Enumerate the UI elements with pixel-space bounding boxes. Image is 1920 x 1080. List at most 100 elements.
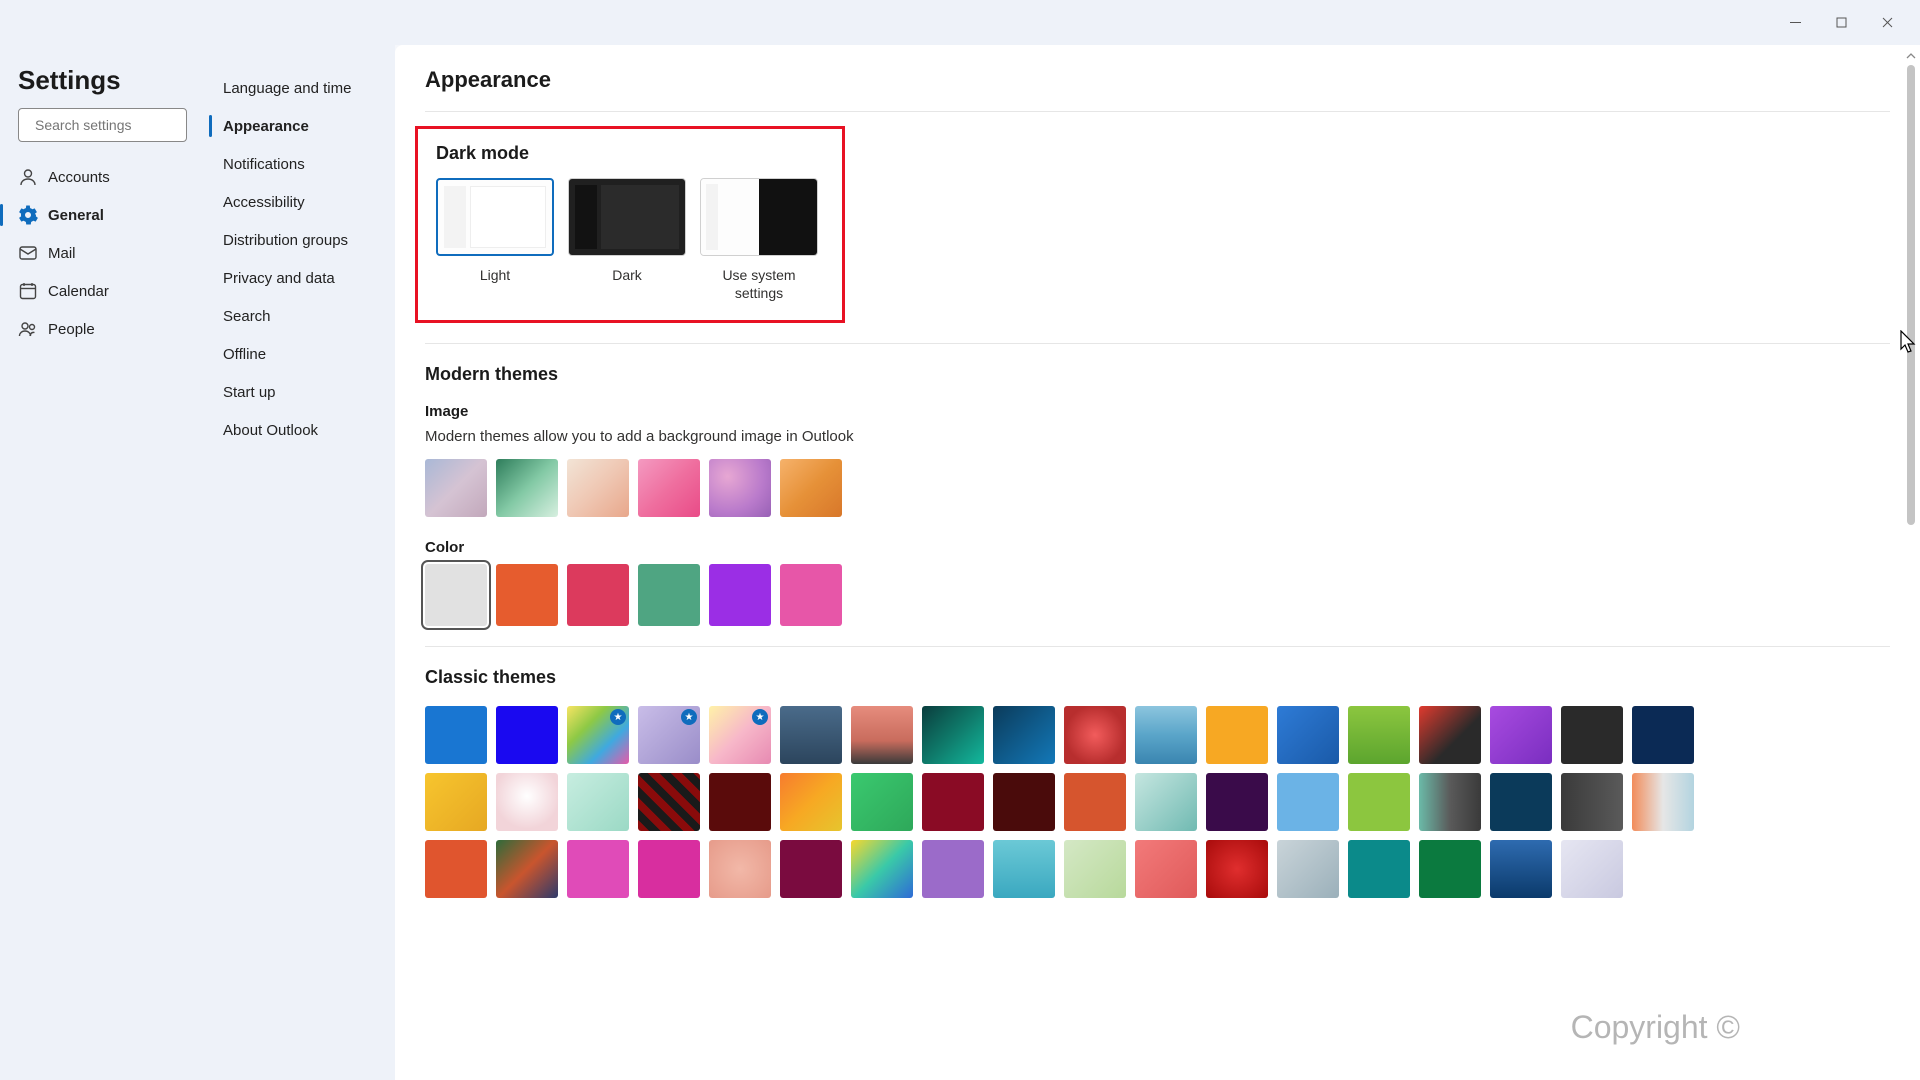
classic-theme-tile[interactable] bbox=[780, 773, 842, 831]
classic-theme-tile[interactable] bbox=[709, 840, 771, 898]
classic-theme-tile[interactable] bbox=[1277, 840, 1339, 898]
mode-dark[interactable]: Dark bbox=[568, 178, 686, 302]
scroll-thumb[interactable] bbox=[1907, 65, 1915, 525]
mode-system-label: Use system settings bbox=[700, 266, 818, 302]
classic-theme-tile[interactable] bbox=[1490, 840, 1552, 898]
classic-theme-tile[interactable] bbox=[1348, 773, 1410, 831]
image-theme-swatch[interactable] bbox=[709, 459, 771, 517]
watermark: Copyright © bbox=[1571, 1009, 1740, 1046]
image-theme-swatch[interactable] bbox=[567, 459, 629, 517]
minimize-button[interactable] bbox=[1772, 7, 1818, 39]
classic-theme-tile[interactable] bbox=[1561, 840, 1623, 898]
sidebar-main: Settings Accounts General Mail Calendar … bbox=[0, 45, 205, 1080]
classic-theme-tile[interactable] bbox=[638, 773, 700, 831]
classic-theme-tile[interactable] bbox=[851, 840, 913, 898]
classic-theme-tile[interactable]: ★ bbox=[638, 706, 700, 764]
classic-theme-tile[interactable] bbox=[1206, 773, 1268, 831]
classic-theme-tile[interactable]: ★ bbox=[567, 706, 629, 764]
classic-theme-tile[interactable] bbox=[496, 840, 558, 898]
classic-theme-tile[interactable] bbox=[496, 773, 558, 831]
classic-theme-tile[interactable] bbox=[1064, 706, 1126, 764]
sub-language[interactable]: Language and time bbox=[205, 69, 395, 107]
classic-theme-tile[interactable] bbox=[922, 706, 984, 764]
classic-theme-tile[interactable] bbox=[1064, 773, 1126, 831]
classic-theme-tile[interactable] bbox=[993, 840, 1055, 898]
classic-theme-tile[interactable] bbox=[1064, 840, 1126, 898]
classic-theme-tile[interactable] bbox=[1277, 706, 1339, 764]
classic-theme-tile[interactable] bbox=[1490, 706, 1552, 764]
classic-theme-tile[interactable] bbox=[922, 840, 984, 898]
color-theme-swatch[interactable] bbox=[780, 564, 842, 626]
classic-theme-tile[interactable] bbox=[780, 840, 842, 898]
classic-theme-tile[interactable] bbox=[993, 706, 1055, 764]
classic-theme-tile[interactable] bbox=[1348, 840, 1410, 898]
close-button[interactable] bbox=[1864, 7, 1910, 39]
sub-about[interactable]: About Outlook bbox=[205, 411, 395, 449]
classic-theme-tile[interactable] bbox=[1561, 706, 1623, 764]
star-icon: ★ bbox=[610, 709, 626, 725]
nav-accounts[interactable]: Accounts bbox=[0, 158, 205, 196]
classic-theme-tile[interactable] bbox=[1135, 706, 1197, 764]
classic-theme-tile[interactable] bbox=[1206, 706, 1268, 764]
classic-theme-tile[interactable] bbox=[567, 840, 629, 898]
classic-theme-tile[interactable] bbox=[1561, 773, 1623, 831]
sub-offline[interactable]: Offline bbox=[205, 335, 395, 373]
sub-appearance[interactable]: Appearance bbox=[205, 107, 395, 145]
color-theme-swatch[interactable] bbox=[567, 564, 629, 626]
sub-distribution[interactable]: Distribution groups bbox=[205, 221, 395, 259]
classic-theme-tile[interactable] bbox=[1135, 773, 1197, 831]
classic-theme-tile[interactable] bbox=[922, 773, 984, 831]
color-theme-swatch[interactable] bbox=[425, 564, 487, 626]
classic-theme-tile[interactable] bbox=[1419, 840, 1481, 898]
classic-theme-tile[interactable] bbox=[851, 773, 913, 831]
classic-theme-tile[interactable] bbox=[1348, 706, 1410, 764]
classic-theme-tile[interactable] bbox=[1277, 773, 1339, 831]
image-theme-swatch[interactable] bbox=[425, 459, 487, 517]
image-swatch-row bbox=[425, 459, 1890, 517]
gear-icon bbox=[18, 205, 38, 225]
nav-general[interactable]: General bbox=[0, 196, 205, 234]
classic-theme-tile[interactable] bbox=[1632, 706, 1694, 764]
sub-privacy[interactable]: Privacy and data bbox=[205, 259, 395, 297]
classic-theme-tile[interactable] bbox=[1490, 773, 1552, 831]
color-theme-swatch[interactable] bbox=[638, 564, 700, 626]
sub-notifications[interactable]: Notifications bbox=[205, 145, 395, 183]
classic-theme-tile[interactable] bbox=[1632, 773, 1694, 831]
classic-theme-tile[interactable]: ★ bbox=[709, 706, 771, 764]
classic-theme-tile[interactable] bbox=[425, 773, 487, 831]
classic-theme-tile[interactable] bbox=[567, 773, 629, 831]
nav-mail[interactable]: Mail bbox=[0, 234, 205, 272]
classic-theme-tile[interactable] bbox=[993, 773, 1055, 831]
mode-system[interactable]: Use system settings bbox=[700, 178, 818, 302]
nav-people[interactable]: People bbox=[0, 310, 205, 348]
classic-theme-tile[interactable] bbox=[638, 840, 700, 898]
classic-theme-tile[interactable] bbox=[1135, 840, 1197, 898]
color-theme-swatch[interactable] bbox=[709, 564, 771, 626]
classic-theme-tile[interactable] bbox=[1419, 706, 1481, 764]
search-input[interactable] bbox=[27, 117, 216, 133]
image-label: Image bbox=[425, 403, 1890, 420]
classic-title: Classic themes bbox=[425, 667, 1890, 688]
sub-search[interactable]: Search bbox=[205, 297, 395, 335]
classic-theme-tile[interactable] bbox=[1419, 773, 1481, 831]
nav-calendar[interactable]: Calendar bbox=[0, 272, 205, 310]
image-theme-swatch[interactable] bbox=[638, 459, 700, 517]
classic-theme-tile[interactable] bbox=[1206, 840, 1268, 898]
classic-theme-tile[interactable] bbox=[425, 840, 487, 898]
scrollbar[interactable] bbox=[1904, 49, 1918, 1076]
classic-theme-tile[interactable] bbox=[709, 773, 771, 831]
classic-theme-tile[interactable] bbox=[851, 706, 913, 764]
image-theme-swatch[interactable] bbox=[496, 459, 558, 517]
sub-startup[interactable]: Start up bbox=[205, 373, 395, 411]
classic-theme-tile[interactable] bbox=[496, 706, 558, 764]
mode-dark-label: Dark bbox=[568, 266, 686, 284]
image-theme-swatch[interactable] bbox=[780, 459, 842, 517]
search-box[interactable] bbox=[18, 108, 187, 142]
maximize-button[interactable] bbox=[1818, 7, 1864, 39]
classic-theme-tile[interactable] bbox=[780, 706, 842, 764]
color-theme-swatch[interactable] bbox=[496, 564, 558, 626]
classic-theme-tile[interactable] bbox=[425, 706, 487, 764]
sub-accessibility[interactable]: Accessibility bbox=[205, 183, 395, 221]
mode-light[interactable]: Light bbox=[436, 178, 554, 302]
scroll-up-icon[interactable] bbox=[1904, 49, 1918, 63]
